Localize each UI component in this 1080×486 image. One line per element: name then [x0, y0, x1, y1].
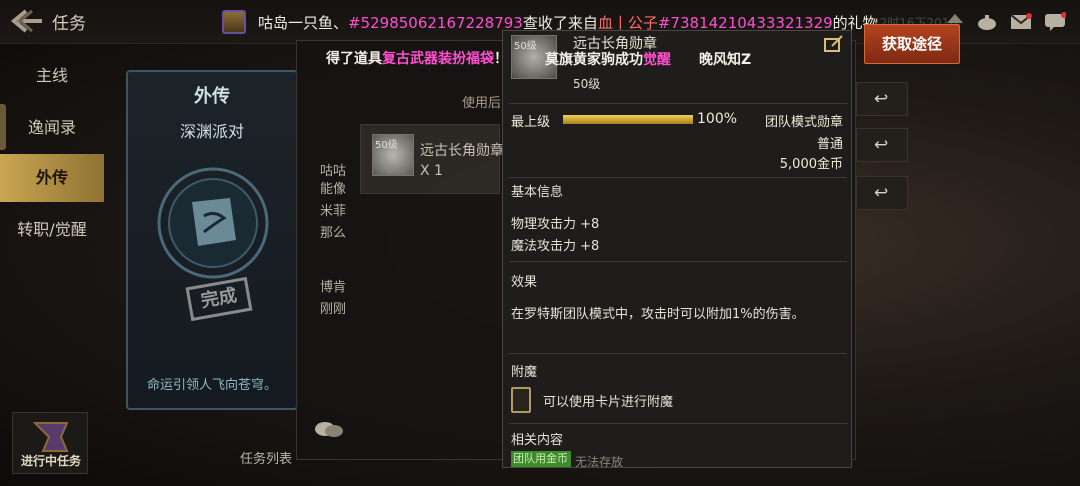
item-obtained-notice: 得了道具复古武器装扮福袋！ — [326, 51, 508, 67]
basic-info-title: 基本信息 — [511, 185, 564, 200]
dialog-text: 博肯 — [320, 280, 347, 295]
quest-emblem-icon — [32, 422, 69, 452]
item-rarity: 普通 — [816, 137, 843, 152]
stat-magic-attack: 魔法攻击力 +8 — [511, 239, 600, 254]
cooking-pot-icon[interactable] — [976, 12, 998, 32]
medal-icon: 50级 — [372, 134, 414, 176]
item-level-tag: 50级 — [375, 140, 398, 151]
return-icon: ↩ — [874, 135, 889, 155]
side-story-card[interactable]: 外传 深渊派对 完成 命运引领人飞向苍穹。 — [126, 70, 298, 410]
item-quantity: X 1 — [420, 163, 443, 179]
return-icon: ↩ — [874, 89, 889, 109]
return-button[interactable]: ↩ — [856, 128, 908, 162]
item-tooltip: 50级 远古长角勋章 莫旗黄家驹成功觉醒 晚风知Z 50级 最上级 100% 团队… — [502, 30, 852, 468]
task-list-label[interactable]: 任务列表 — [240, 448, 292, 467]
mail-icon[interactable] — [1010, 12, 1032, 32]
return-icon: ↩ — [874, 183, 889, 203]
nav-item-anecdote[interactable]: 逸闻录 — [0, 104, 104, 152]
item-type: 团队模式勋章 — [764, 115, 843, 130]
treasure-chest-icon — [222, 10, 246, 34]
effect-text: 在罗特斯团队模式中，攻击时可以附加1%的伤害。 — [511, 307, 805, 322]
item-price: 5,000金币 — [779, 157, 843, 172]
awaken-notice: 莫旗黄家驹成功觉醒 晚风知Z — [545, 52, 752, 68]
related-title: 相关内容 — [511, 433, 564, 448]
chat-icon[interactable] — [1044, 12, 1067, 32]
scroll-emblem-icon — [157, 167, 269, 279]
dialog-text: 刚刚 — [320, 302, 347, 317]
in-progress-quest-button[interactable]: 进行中任务 — [12, 412, 88, 474]
stat-physical-attack: 物理攻击力 +8 — [511, 217, 600, 232]
use-label: 使用后 — [462, 96, 502, 111]
dialog-text: 咕咕 — [320, 164, 347, 179]
divider — [509, 423, 847, 424]
effect-title: 效果 — [511, 275, 538, 290]
nav-item-job-change[interactable]: 转职/觉醒 — [0, 206, 104, 254]
enchant-title: 附魔 — [511, 365, 538, 380]
nav-item-side-story[interactable]: 外传 — [0, 154, 104, 202]
speech-bubble-icon[interactable] — [314, 420, 344, 440]
dialog-text: 能像 — [320, 182, 347, 197]
card-title: 外传 — [194, 86, 230, 107]
divider — [509, 103, 847, 104]
return-button[interactable]: ↩ — [856, 82, 908, 116]
acquire-route-button[interactable]: 获取途径 — [864, 24, 960, 64]
divider — [509, 177, 847, 178]
edit-icon[interactable] — [823, 35, 845, 53]
back-button[interactable] — [8, 8, 46, 34]
upgrade-progress-bar — [563, 115, 693, 124]
item-name: 远古长角勋章 — [420, 143, 504, 159]
dialog-text: 那么 — [320, 226, 347, 241]
card-description: 命运引领人飞向苍穹。 — [146, 378, 277, 393]
divider — [509, 261, 847, 262]
enchant-text: 可以使用卡片进行附魔 — [543, 395, 674, 410]
related-tag: 团队用金币 — [511, 451, 571, 467]
upgrade-progress-fill — [563, 115, 693, 124]
card-slot-icon[interactable] — [511, 387, 531, 413]
dialog-text: 米菲 — [320, 204, 347, 219]
return-button[interactable]: ↩ — [856, 176, 908, 210]
related-text: 无法存放 — [575, 455, 624, 468]
back-arrow-icon — [10, 9, 42, 33]
divider — [509, 353, 847, 354]
in-progress-quest-label: 进行中任务 — [20, 454, 81, 468]
page-title: 任务 — [52, 14, 86, 34]
card-subtitle: 深渊派对 — [179, 122, 244, 141]
max-level-label: 最上级 — [511, 115, 551, 130]
upgrade-percent: 100% — [697, 111, 738, 127]
item-level: 50级 — [573, 77, 601, 91]
nav-item-main[interactable]: 主线 — [0, 52, 104, 100]
